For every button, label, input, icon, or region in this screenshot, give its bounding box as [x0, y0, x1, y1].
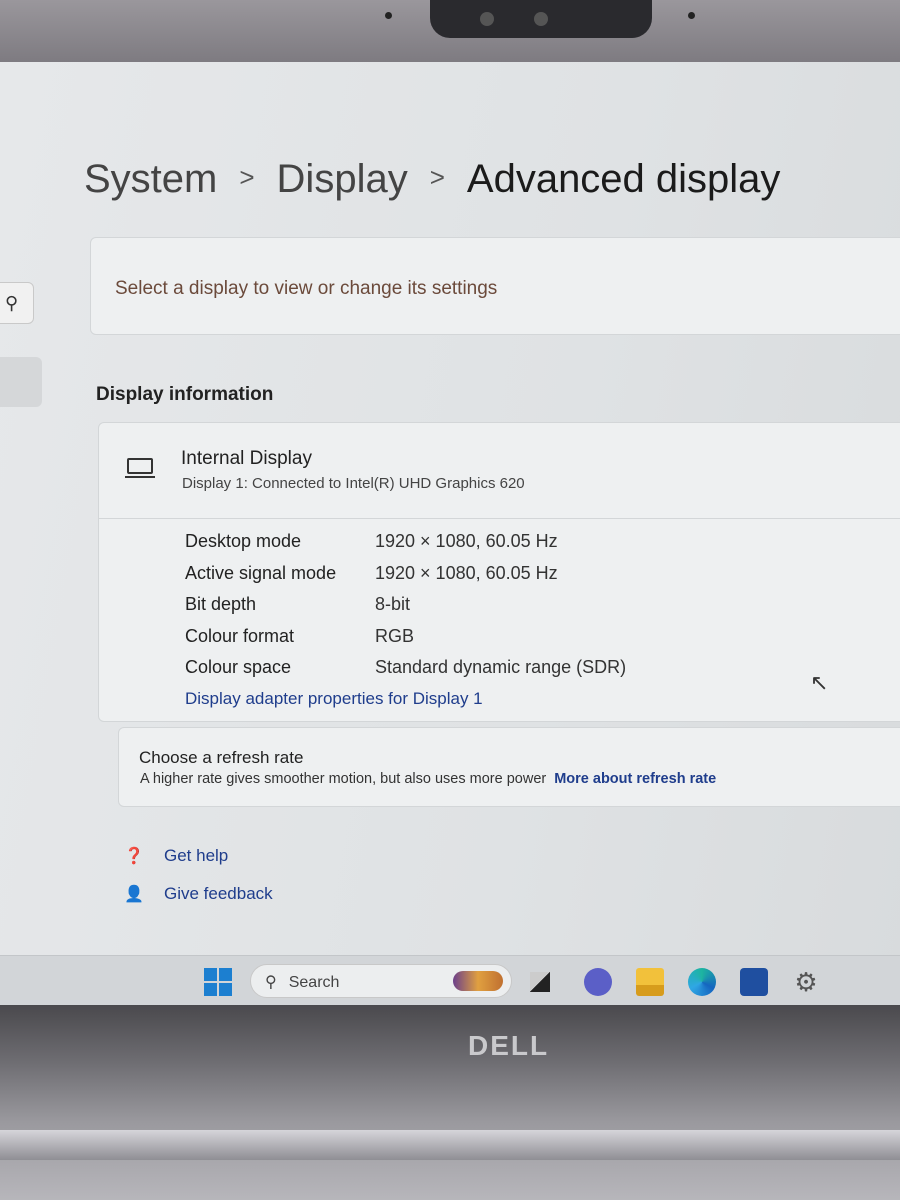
microsoft-store-icon[interactable]: [740, 968, 768, 996]
info-value: 1920 × 1080, 60.05 Hz: [375, 562, 558, 583]
section-heading: Display information: [96, 384, 274, 405]
info-label: Colour format: [185, 625, 295, 646]
display-adapter-properties-link[interactable]: Display adapter properties for Display 1: [185, 689, 626, 709]
laptop-hinge: [0, 1130, 900, 1160]
refresh-rate-title: Choose a refresh rate: [139, 748, 304, 767]
give-feedback-link[interactable]: 👤 Give feedback: [124, 884, 273, 904]
more-about-refresh-rate-link[interactable]: More about refresh rate: [554, 771, 716, 787]
settings-icon[interactable]: ⚙: [792, 968, 820, 996]
display-header: Internal Display Display 1: Connected to…: [99, 423, 900, 519]
display-information-card: Internal Display Display 1: Connected to…: [98, 422, 900, 722]
info-label: Bit depth: [185, 594, 257, 614]
refresh-rate-card[interactable]: Choose a refresh rate A higher rate give…: [118, 727, 900, 807]
breadcrumb-display[interactable]: Display: [277, 157, 408, 201]
help-icon: ❓: [124, 848, 144, 865]
dell-logo: DELL: [468, 1030, 550, 1061]
info-value: 1920 × 1080, 60.05 Hz: [375, 531, 558, 551]
info-value: Standard dynamic range (SDR): [375, 657, 627, 677]
display-info-rows: Desktop mode 1920 × 1080, 60.05 Hz Active…: [185, 531, 626, 709]
select-display-card[interactable]: Select a display to view or change its s…: [90, 237, 900, 335]
display-subtitle: Display 1: Connected to Intel(R) UHD Gra…: [182, 475, 525, 492]
search-icon: ⚲: [265, 974, 277, 991]
display-name: Internal Display: [181, 448, 312, 469]
search-placeholder: Search: [288, 974, 340, 991]
screen: System > Display > Advanced display ⚲ Select…: [0, 62, 900, 1007]
get-help-link[interactable]: ❓ Get help: [124, 846, 228, 866]
webcam: [430, 0, 652, 38]
info-value: RGB: [375, 625, 415, 646]
info-row: Colour format RGB: [185, 626, 626, 658]
info-row: Desktop mode 1920 × 1080, 60.05 Hz: [185, 531, 626, 563]
taskbar: ⚲ Search ⚙: [0, 955, 900, 1007]
sidebar-item[interactable]: [0, 357, 42, 407]
file-explorer-icon[interactable]: [636, 968, 664, 996]
info-label: Colour space: [185, 657, 292, 677]
info-label: Active signal mode: [185, 562, 337, 583]
breadcrumb: System > Display > Advanced display: [84, 157, 780, 202]
info-label: Desktop mode: [185, 531, 302, 551]
info-row: Active signal mode 1920 × 1080, 60.05 Hz: [185, 563, 626, 595]
info-value: 8-bit: [375, 594, 411, 614]
refresh-rate-description: A higher rate gives smoother motion, but…: [140, 771, 547, 787]
laptop-bezel-bottom: DELL: [0, 1005, 900, 1200]
page-title: Advanced display: [466, 157, 781, 201]
sensor-dot: [385, 12, 392, 19]
taskbar-search[interactable]: ⚲ Search: [250, 964, 512, 998]
teams-chat-icon[interactable]: [584, 968, 612, 996]
give-feedback-label: Give feedback: [164, 884, 273, 903]
sensor-dot: [688, 12, 695, 19]
breadcrumb-system[interactable]: System: [84, 157, 217, 201]
feedback-icon: 👤: [124, 886, 144, 903]
laptop-bezel-top: [0, 0, 900, 64]
search-icon[interactable]: ⚲: [0, 282, 34, 324]
mouse-cursor-icon: ↖: [810, 670, 829, 695]
chevron-right-icon: >: [239, 162, 255, 192]
windows-start-icon[interactable]: [204, 968, 232, 996]
info-row: Colour space Standard dynamic range (SDR): [185, 657, 626, 689]
edge-icon[interactable]: [688, 968, 716, 996]
chevron-right-icon: >: [429, 162, 445, 192]
get-help-label: Get help: [164, 846, 229, 865]
laptop-icon: [125, 458, 155, 478]
widgets-icon[interactable]: [453, 971, 503, 991]
info-row: Bit depth 8-bit: [185, 594, 626, 626]
task-view-icon[interactable]: [530, 972, 550, 992]
select-display-text: Select a display to view or change its s…: [115, 278, 498, 299]
